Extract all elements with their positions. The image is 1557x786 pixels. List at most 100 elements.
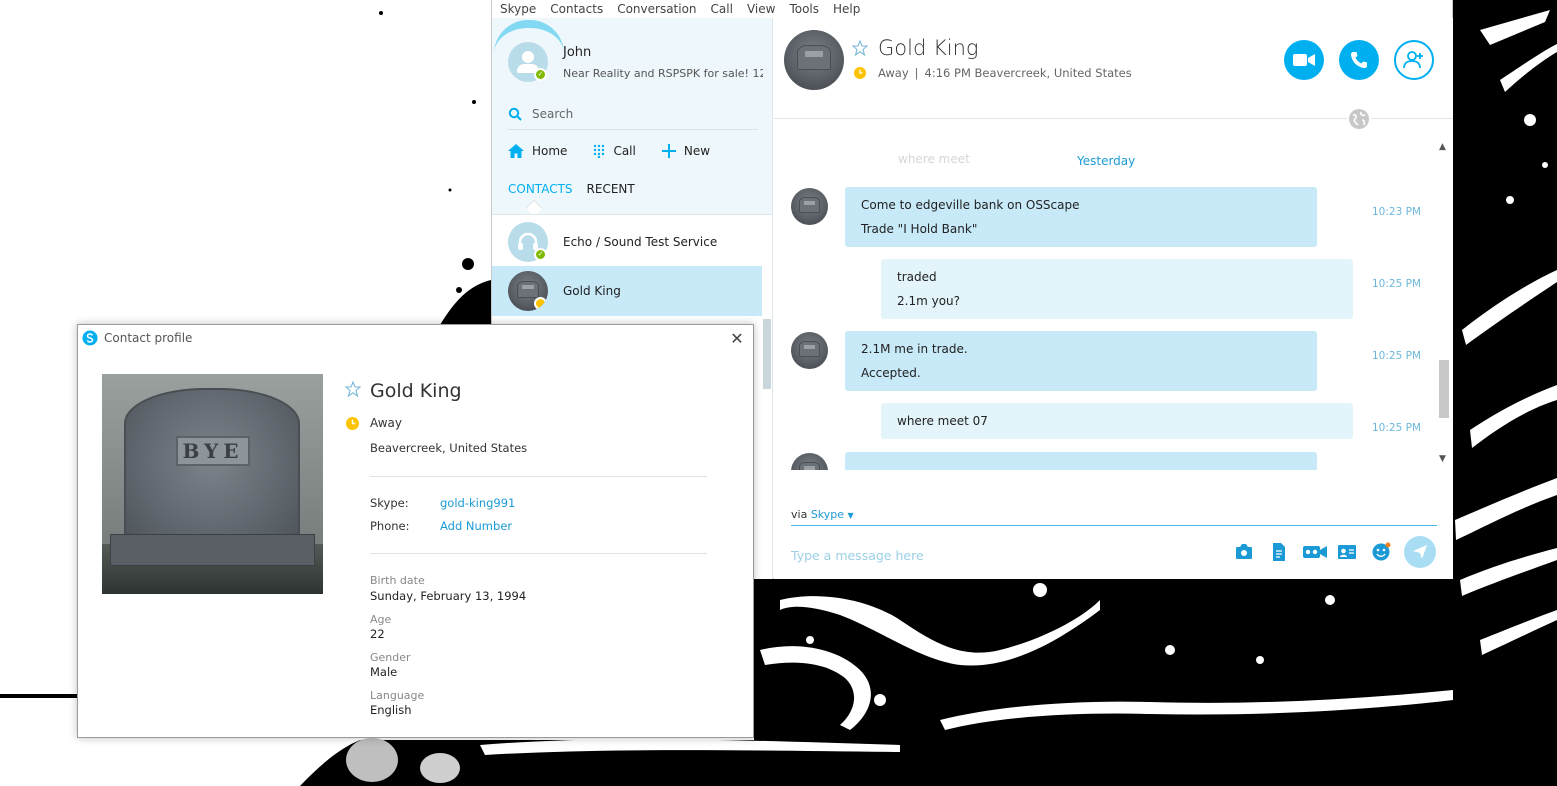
scroll-down-arrow[interactable]: ▼ (1439, 454, 1446, 464)
new-button[interactable]: New (661, 144, 711, 158)
search-bar[interactable]: Search (508, 98, 758, 130)
send-photo-icon[interactable] (1234, 542, 1254, 562)
online-status-icon: ✓ (534, 68, 547, 81)
video-message-icon[interactable] (1302, 542, 1328, 562)
birth-date-label: Birth date (370, 574, 425, 587)
favorite-star-icon[interactable] (852, 40, 868, 56)
divider (370, 476, 707, 477)
contact-name: Echo / Sound Test Service (563, 235, 718, 249)
gender-value: Male (370, 665, 398, 679)
add-people-button[interactable] (1394, 40, 1434, 80)
home-label: Home (532, 144, 568, 158)
skype-name-value[interactable]: gold-king991 (440, 496, 515, 510)
call-nav-button[interactable]: Call (593, 144, 636, 158)
contact-item-echo[interactable]: ✓ Echo / Sound Test Service (492, 217, 762, 267)
message-line: 2.1m you? (897, 294, 961, 308)
close-icon[interactable]: ✕ (729, 329, 745, 348)
menu-skype[interactable]: Skype (500, 2, 536, 16)
message-bubble-incoming[interactable]: Come to edgeville bank on OSScape Trade … (845, 187, 1317, 247)
chevron-down-icon: ▼ (847, 511, 854, 520)
emoticon-icon[interactable] (1371, 542, 1391, 562)
conversation-avatar[interactable] (784, 30, 844, 90)
contact-name: Gold King (563, 284, 621, 298)
message-line: traded (897, 270, 937, 284)
menu-tools[interactable]: Tools (789, 2, 819, 16)
dialog-titlebar[interactable]: Contact profile ✕ (78, 325, 753, 351)
menu-bar: Skype Contacts Conversation Call View To… (492, 0, 1452, 18)
message-line: Come to edgeville bank on OSScape (861, 198, 1080, 212)
video-camera-icon (1293, 54, 1315, 66)
my-name[interactable]: John (563, 45, 591, 60)
away-clock-icon (854, 67, 866, 79)
new-label: New (683, 144, 711, 158)
message-time: 10:25 PM (1372, 278, 1421, 290)
video-call-button[interactable] (1284, 40, 1324, 80)
my-avatar[interactable]: ✓ (508, 42, 548, 82)
dialpad-icon (594, 144, 605, 158)
send-button[interactable] (1404, 536, 1436, 568)
menu-contacts[interactable]: Contacts (550, 2, 603, 16)
tab-recent[interactable]: RECENT (587, 182, 635, 196)
message-scrollbar[interactable]: ▲ ▼ (1437, 140, 1451, 468)
skype-logo-icon (82, 330, 98, 346)
via-selector[interactable]: via Skype ▼ (791, 508, 854, 521)
scroll-up-arrow[interactable]: ▲ (1439, 142, 1446, 152)
via-prefix: via (791, 508, 808, 521)
message-bubble-incoming[interactable]: 2.1M me in trade. Accepted. (845, 331, 1317, 391)
divider (370, 553, 707, 554)
away-clock-icon (346, 417, 359, 430)
compose-divider (791, 525, 1437, 526)
menu-call[interactable]: Call (711, 2, 733, 16)
scroll-thumb[interactable] (1439, 360, 1449, 418)
message-bubble-outgoing[interactable]: where meet 07 (881, 403, 1353, 439)
via-service[interactable]: Skype (811, 508, 844, 521)
message-time: 10:25 PM (1372, 422, 1421, 434)
message-line: Trade "I Hold Bank" (861, 222, 978, 236)
home-button[interactable]: Home (508, 144, 567, 158)
message-history: where meet Yesterday Come to edgeville b… (774, 140, 1434, 470)
list-tabs: CONTACTS RECENT (508, 182, 635, 196)
audio-call-button[interactable] (1339, 40, 1379, 80)
add-person-icon (1403, 51, 1423, 69)
sender-avatar[interactable] (791, 332, 828, 369)
profile-status: Away (370, 416, 402, 430)
message-time: 10:23 PM (1372, 206, 1421, 218)
send-contacts-icon[interactable] (1337, 542, 1357, 562)
call-label: Call (613, 144, 636, 158)
message-input[interactable] (791, 545, 1211, 565)
tab-contacts[interactable]: CONTACTS (508, 182, 573, 196)
skype-label: Skype: (370, 496, 409, 510)
status-text: Away (878, 66, 909, 80)
photo-engraving: BYE (176, 436, 250, 466)
globe-icon[interactable] (1347, 107, 1371, 131)
plus-icon (661, 144, 676, 158)
conversation-title[interactable]: Gold King (878, 36, 978, 60)
my-mood-message[interactable]: Near Reality and RSPSPK for sale! 12... (563, 67, 763, 80)
away-status-icon (534, 297, 547, 310)
profile-name: Gold King (370, 380, 462, 402)
contact-list-scrollbar[interactable] (763, 319, 771, 389)
birth-date-value: Sunday, February 13, 1994 (370, 589, 527, 603)
age-value: 22 (370, 627, 385, 641)
sender-avatar[interactable] (791, 453, 828, 470)
favorite-star-icon[interactable] (345, 381, 361, 397)
sender-avatar[interactable] (791, 188, 828, 225)
menu-conversation[interactable]: Conversation (617, 2, 696, 16)
menu-help[interactable]: Help (833, 2, 860, 16)
conversation-status: Away | 4:16 PM Beavercreek, United State… (854, 66, 1132, 80)
paper-plane-icon (1413, 545, 1427, 559)
add-number-link[interactable]: Add Number (440, 519, 512, 533)
message-line: where meet 07 (897, 414, 988, 428)
contact-item-gold-king[interactable]: Gold King (492, 266, 762, 316)
menu-view[interactable]: View (747, 2, 775, 16)
faded-previous-message: where meet (898, 152, 970, 166)
nav-row: Home Call New (508, 140, 736, 162)
message-bubble-incoming-cut[interactable] (845, 452, 1317, 470)
conversation-pane: Gold King Away | 4:16 PM Beavercreek, Un… (774, 18, 1453, 579)
age-label: Age (370, 613, 392, 626)
message-bubble-outgoing[interactable]: traded 2.1m you? (881, 259, 1353, 319)
send-file-icon[interactable] (1269, 542, 1289, 562)
language-label: Language (370, 689, 425, 702)
profile-photo: BYE (102, 374, 323, 594)
online-status-icon: ✓ (534, 248, 547, 261)
